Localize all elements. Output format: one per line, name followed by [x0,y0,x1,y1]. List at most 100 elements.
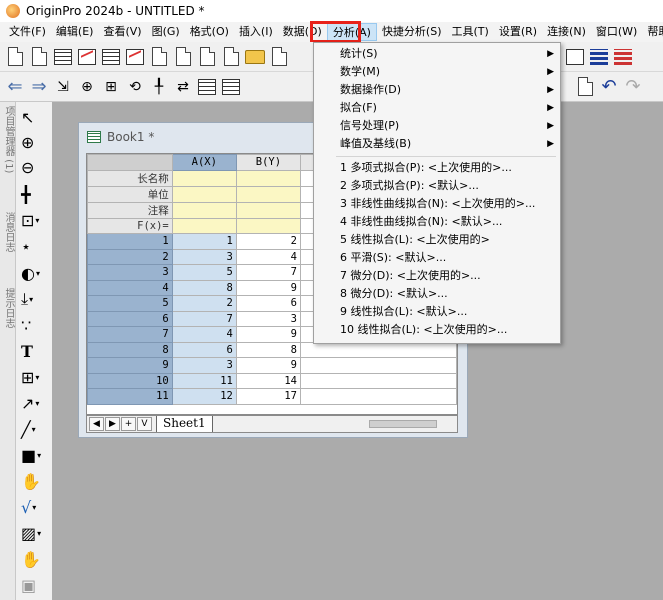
3d-rotate-icon[interactable]: ▣ [19,574,51,596]
menu-quick-analysis[interactable]: 快捷分析(S) [377,23,447,41]
cell-a[interactable]: 11 [171,372,237,389]
statistics-icon[interactable] [196,76,218,98]
copy-format-icon[interactable] [574,76,596,98]
text-tool-icon[interactable]: T [19,340,51,362]
stack-icon[interactable] [612,46,634,68]
new-notes-icon[interactable] [148,46,170,68]
cell-b[interactable]: 8 [235,341,302,358]
column-header-b[interactable]: B(Y) [235,154,302,171]
scale-tool-icon[interactable]: ⊡ ▾ [19,209,51,231]
recent-item-4[interactable]: 4 非线性曲线拟合(N): <默认>... [314,213,560,231]
add-sheet-button[interactable]: + [121,417,136,431]
recent-item-9[interactable]: 9 线性拟合(L): <默认>... [314,303,560,321]
menu-item-fitting[interactable]: 拟合(F) ▶ [314,99,560,117]
new-excel-icon[interactable] [220,46,242,68]
add-rows-icon[interactable]: ⊞ [100,76,122,98]
cell-b[interactable]: 2 [235,233,302,250]
pan-tool-icon[interactable]: ✋ [19,548,51,570]
zoom-out-tool-icon[interactable]: ⊖ [19,156,51,178]
row-number[interactable]: 6 [87,310,173,327]
row-number[interactable]: 1 [87,233,173,250]
row-number[interactable]: 4 [87,279,173,296]
menu-file[interactable]: 文件(F) [4,23,51,41]
row-number[interactable]: 8 [87,341,173,358]
cell-b[interactable]: 7 [235,264,302,281]
menu-item-statistics[interactable]: 统计(S) ▶ [314,45,560,63]
hint-log-tab[interactable]: 提示日志 [1,288,15,328]
recent-item-6[interactable]: 6 平滑(S): <默认>... [314,249,560,267]
menu-item-signal-processing[interactable]: 信号处理(P) ▶ [314,117,560,135]
arrow-back-icon[interactable]: ⇐ [4,76,26,98]
row-number[interactable]: 7 [87,326,173,343]
menu-item-mathematics[interactable]: 数学(M) ▶ [314,63,560,81]
layers-icon[interactable] [564,46,586,68]
menu-item-peaks-baseline[interactable]: 峰值及基线(B) ▶ [314,135,560,153]
new-image-icon[interactable] [196,46,218,68]
tab-prev-button[interactable]: ◀ [89,417,104,431]
open-icon[interactable] [244,46,266,68]
horizontal-scrollbar[interactable] [369,420,437,428]
cell-b[interactable]: 14 [235,372,302,389]
arrow-tool-icon[interactable]: ↗ ▾ [19,392,51,414]
cell-b[interactable]: 9 [235,326,302,343]
new-function-icon[interactable] [124,46,146,68]
menu-analysis[interactable]: 分析(A) [326,23,377,41]
menu-insert[interactable]: 插入(I) [234,23,278,41]
data-selector-icon[interactable]: ◐ ▾ [19,262,51,284]
cell-a[interactable]: 3 [171,357,237,374]
cell-a[interactable]: 4 [171,326,237,343]
reader-tool-icon[interactable]: ⋆ [19,235,51,257]
cell-a[interactable]: 12 [171,388,237,405]
meta-cell[interactable] [171,169,237,187]
menu-data[interactable]: 数据(D) [278,23,327,41]
new-layout-icon[interactable] [172,46,194,68]
cell-a[interactable]: 6 [171,341,237,358]
cell-b[interactable]: 17 [235,388,302,405]
draw-data-icon[interactable]: ∵ [19,314,51,336]
corner-cell[interactable] [87,154,173,171]
meta-cell[interactable] [171,217,237,234]
column-header-a[interactable]: A(X) [171,154,237,171]
rectangle-tool-icon[interactable]: ■ ▾ [19,444,51,466]
save-icon[interactable] [268,46,290,68]
tab-sheet1[interactable]: Sheet1 [156,416,213,432]
arrow-forward-icon[interactable]: ⇒ [28,76,50,98]
cell-b[interactable]: 6 [235,295,302,312]
cell-b[interactable]: 3 [235,310,302,327]
redo-icon[interactable]: ↷ [622,76,644,98]
crosshair-tool-icon[interactable]: ╋ [19,183,51,205]
new-graph-icon[interactable] [76,46,98,68]
recent-item-8[interactable]: 8 微分(D): <默认>... [314,285,560,303]
undo-icon[interactable]: ↶ [598,76,620,98]
cell-b[interactable]: 9 [235,357,302,374]
menu-window[interactable]: 窗口(W) [591,23,642,41]
new-matrix-icon[interactable] [100,46,122,68]
cell-a[interactable]: 8 [171,279,237,296]
menu-settings[interactable]: 设置(R) [494,23,542,41]
cell-b[interactable]: 4 [235,248,302,265]
row-number[interactable]: 5 [87,295,173,312]
add-column-icon[interactable]: ⊕ [76,76,98,98]
cell-a[interactable]: 1 [171,233,237,250]
message-log-tab[interactable]: 消息日志 [1,212,15,252]
meta-cell[interactable] [235,185,302,203]
menu-tools[interactable]: 工具(T) [447,23,494,41]
meta-cell[interactable] [235,201,302,219]
cell-a[interactable]: 7 [171,310,237,327]
recent-item-10[interactable]: 10 线性拟合(L): <上次使用的>... [314,321,560,339]
row-number[interactable]: 2 [87,248,173,265]
meta-cell[interactable] [235,169,302,187]
meta-cell[interactable] [235,217,302,234]
row-number[interactable]: 11 [87,388,173,405]
project-explorer-tab[interactable]: 项目管理器 (1) [1,106,15,173]
cell-a[interactable]: 5 [171,264,237,281]
zoom-in-tool-icon[interactable]: ⊕ [19,131,51,153]
sheet-list-button[interactable]: V [137,417,152,431]
menu-help[interactable]: 帮助(H) [642,23,663,41]
meta-cell[interactable] [171,201,237,219]
equation-tool-icon[interactable]: √ ▾ [19,496,51,518]
column-stats-icon[interactable] [220,76,242,98]
annotation-tool-icon[interactable]: ⊞ ▾ [19,366,51,388]
pin-icon[interactable]: ╀ [148,76,170,98]
new-workbook-icon[interactable] [52,46,74,68]
